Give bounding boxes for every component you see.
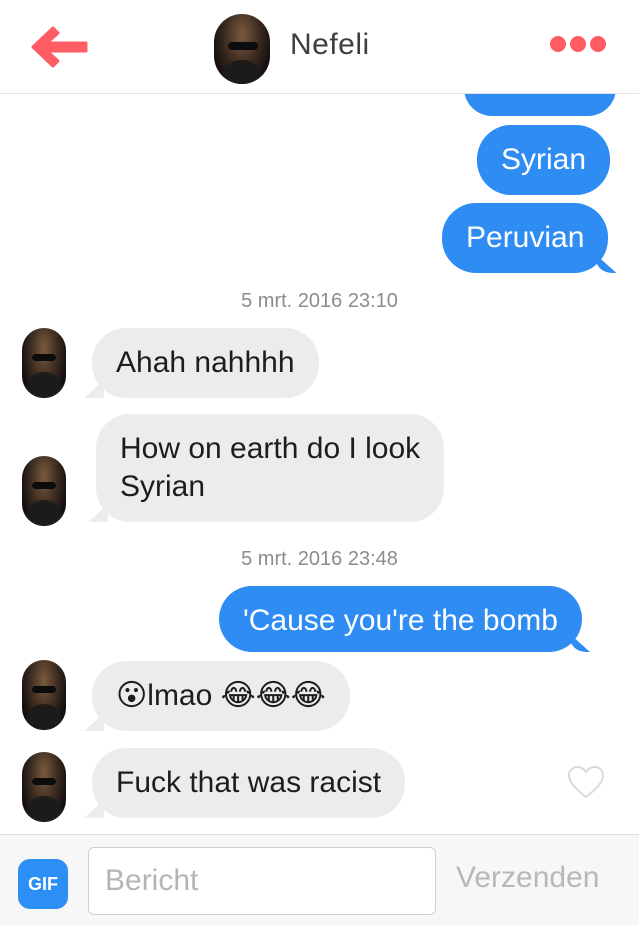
contact-avatar-small[interactable]: [22, 328, 66, 398]
arrow-left-icon[interactable]: [28, 24, 90, 70]
message-text: Syrian: [501, 143, 587, 176]
dot: [590, 36, 606, 52]
chat-header: Nefeli: [0, 0, 639, 94]
avatar-body-detail: [26, 500, 62, 526]
contact-avatar-small[interactable]: [22, 752, 66, 822]
contact-avatar-small[interactable]: [22, 456, 66, 526]
message-composer: GIF Verzenden: [0, 834, 639, 925]
dot: [550, 36, 566, 52]
message-text-line: How on earth do I look: [120, 432, 421, 465]
timestamp: 5 mrt. 2016 23:10: [241, 290, 398, 312]
sunglasses-detail: [32, 778, 56, 785]
contact-name[interactable]: Nefeli: [290, 28, 370, 62]
contact-avatar[interactable]: [214, 14, 270, 84]
message-bubble-outgoing[interactable]: Syrian: [477, 125, 611, 195]
avatar-body-detail: [220, 60, 264, 84]
sunglasses-detail: [228, 42, 258, 50]
message-bubble-incoming[interactable]: Ahah nahhhh: [92, 328, 319, 398]
send-button[interactable]: Verzenden: [456, 861, 599, 895]
avatar-body-detail: [26, 372, 62, 398]
message-input[interactable]: [88, 847, 436, 915]
avatar-body-detail: [26, 704, 62, 730]
message-text: Fuck that was racist: [116, 766, 382, 799]
message-text: 'Cause you're the bomb: [243, 604, 558, 637]
message-bubble-outgoing[interactable]: 'Cause you're the bomb: [219, 586, 582, 652]
message-text: lmao: [147, 679, 213, 712]
sunglasses-detail: [32, 354, 56, 361]
gif-button[interactable]: GIF: [18, 859, 68, 909]
sunglasses-detail: [32, 482, 56, 489]
message-text: Ahah nahhhh: [116, 346, 295, 379]
timestamp: 5 mrt. 2016 23:48: [241, 548, 398, 570]
message-bubble-incoming[interactable]: 😮lmao 😂😂😂: [92, 661, 350, 731]
heart-outline-icon[interactable]: [566, 764, 606, 800]
message-text-line: Syrian: [120, 470, 206, 503]
laughing-tears-emoji: 😂😂😂: [220, 679, 326, 712]
contact-avatar-small[interactable]: [22, 660, 66, 730]
message-bubble-outgoing[interactable]: Peruvian: [442, 203, 609, 273]
message-text: Peruvian: [466, 221, 585, 254]
message-bubble-incoming[interactable]: Fuck that was racist: [92, 748, 406, 818]
sunglasses-detail: [32, 686, 56, 693]
surprised-face-emoji: 😮: [116, 679, 148, 712]
dot: [570, 36, 586, 52]
avatar-body-detail: [26, 796, 62, 822]
more-dots-icon[interactable]: [550, 36, 610, 56]
message-bubble-incoming[interactable]: How on earth do I look Syrian: [96, 414, 445, 522]
